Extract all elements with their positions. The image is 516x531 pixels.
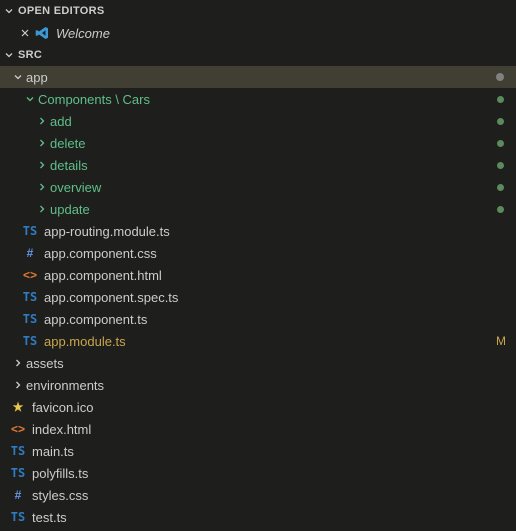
typescript-icon: TS xyxy=(22,311,38,327)
status-dot xyxy=(496,73,506,81)
file-app-module[interactable]: TS app.module.ts M xyxy=(0,330,516,352)
file-label: styles.css xyxy=(32,488,88,503)
open-editors-section-header[interactable]: OPEN EDITORS xyxy=(0,0,516,22)
folder-label: details xyxy=(50,158,88,173)
folder-environments[interactable]: environments xyxy=(0,374,516,396)
chevron-right-icon xyxy=(34,201,50,217)
chevron-down-icon xyxy=(2,48,16,62)
file-label: test.ts xyxy=(32,510,67,525)
folder-label: assets xyxy=(26,356,64,371)
chevron-right-icon xyxy=(10,377,26,393)
file-label: app.component.spec.ts xyxy=(44,290,178,305)
file-label: app.component.html xyxy=(44,268,162,283)
typescript-icon: TS xyxy=(22,333,38,349)
src-section-header[interactable]: SRC xyxy=(0,44,516,66)
file-app-component-spec[interactable]: TS app.component.spec.ts xyxy=(0,286,516,308)
typescript-icon: TS xyxy=(10,443,26,459)
file-styles-css[interactable]: # styles.css xyxy=(0,484,516,506)
open-editor-welcome[interactable]: Welcome xyxy=(0,22,516,44)
chevron-right-icon xyxy=(34,157,50,173)
file-label: main.ts xyxy=(32,444,74,459)
folder-update[interactable]: update xyxy=(0,198,516,220)
file-main-ts[interactable]: TS main.ts xyxy=(0,440,516,462)
file-app-routing-module[interactable]: TS app-routing.module.ts xyxy=(0,220,516,242)
chevron-down-icon xyxy=(22,91,38,107)
folder-label: update xyxy=(50,202,90,217)
status-dot xyxy=(497,206,506,213)
file-label: app.component.css xyxy=(44,246,157,261)
open-editors-title: OPEN EDITORS xyxy=(18,5,105,17)
folder-components-cars[interactable]: Components \ Cars xyxy=(0,88,516,110)
file-app-component-css[interactable]: # app.component.css xyxy=(0,242,516,264)
chevron-right-icon xyxy=(34,135,50,151)
chevron-down-icon xyxy=(2,4,16,18)
folder-label: app xyxy=(26,70,48,85)
file-label: app.module.ts xyxy=(44,334,126,349)
folder-overview[interactable]: overview xyxy=(0,176,516,198)
folder-delete[interactable]: delete xyxy=(0,132,516,154)
folder-label: environments xyxy=(26,378,104,393)
typescript-icon: TS xyxy=(22,223,38,239)
typescript-icon: TS xyxy=(10,509,26,525)
status-dot xyxy=(497,118,506,125)
chevron-right-icon xyxy=(10,355,26,371)
chevron-down-icon xyxy=(10,69,26,85)
status-dot xyxy=(497,162,506,169)
file-favicon[interactable]: ★ favicon.ico xyxy=(0,396,516,418)
folder-label: Components \ Cars xyxy=(38,92,150,107)
chevron-right-icon xyxy=(34,179,50,195)
folder-assets[interactable]: assets xyxy=(0,352,516,374)
file-label: favicon.ico xyxy=(32,400,93,415)
css-icon: # xyxy=(10,487,26,503)
src-title: SRC xyxy=(18,49,42,61)
folder-app[interactable]: app xyxy=(0,66,516,88)
typescript-icon: TS xyxy=(10,465,26,481)
file-label: app.component.ts xyxy=(44,312,147,327)
file-label: index.html xyxy=(32,422,91,437)
file-label: app-routing.module.ts xyxy=(44,224,170,239)
status-dot xyxy=(497,96,506,103)
folder-label: delete xyxy=(50,136,85,151)
html-icon: <> xyxy=(22,267,38,283)
folder-details[interactable]: details xyxy=(0,154,516,176)
status-dot xyxy=(497,140,506,147)
status-dot xyxy=(497,184,506,191)
file-test-ts[interactable]: TS test.ts xyxy=(0,506,516,528)
file-label: polyfills.ts xyxy=(32,466,88,481)
close-icon[interactable] xyxy=(16,24,34,42)
file-app-component-ts[interactable]: TS app.component.ts xyxy=(0,308,516,330)
file-polyfills-ts[interactable]: TS polyfills.ts xyxy=(0,462,516,484)
file-index-html[interactable]: <> index.html xyxy=(0,418,516,440)
html-icon: <> xyxy=(10,421,26,437)
css-icon: # xyxy=(22,245,38,261)
typescript-icon: TS xyxy=(22,289,38,305)
file-app-component-html[interactable]: <> app.component.html xyxy=(0,264,516,286)
modified-badge: M xyxy=(496,334,506,348)
folder-label: overview xyxy=(50,180,101,195)
folder-label: add xyxy=(50,114,72,129)
vscode-icon xyxy=(34,25,50,41)
favicon-icon: ★ xyxy=(10,399,26,415)
open-editor-label: Welcome xyxy=(56,26,110,41)
chevron-right-icon xyxy=(34,113,50,129)
folder-add[interactable]: add xyxy=(0,110,516,132)
